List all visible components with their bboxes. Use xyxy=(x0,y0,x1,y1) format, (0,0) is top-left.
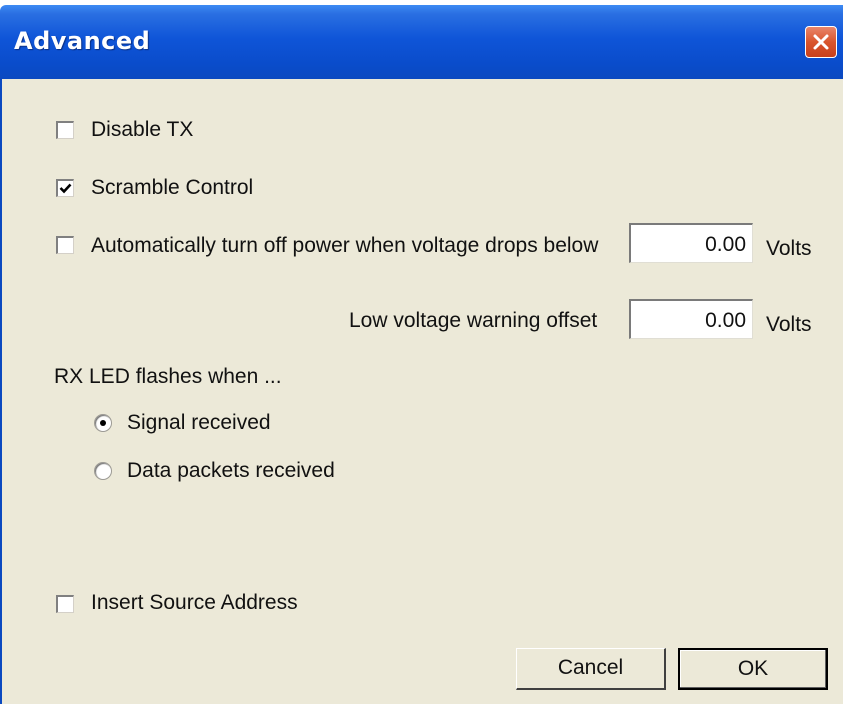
power-off-voltage-unit: Volts xyxy=(766,237,812,260)
dialog-body: Disable TX Scramble Control Automaticall… xyxy=(0,79,843,704)
disable-tx-checkbox[interactable] xyxy=(56,121,74,139)
dialog-title: Advanced xyxy=(14,27,151,55)
scramble-control-checkbox[interactable] xyxy=(56,179,74,197)
signal-received-label: Signal received xyxy=(127,411,271,434)
window-bottom-edge xyxy=(0,704,843,715)
close-icon xyxy=(813,34,829,50)
data-packets-received-label: Data packets received xyxy=(127,459,335,482)
low-voltage-warning-unit: Volts xyxy=(766,313,812,336)
data-packets-received-radio[interactable] xyxy=(94,462,112,480)
signal-received-radio[interactable] xyxy=(94,414,112,432)
rx-led-heading: RX LED flashes when ... xyxy=(54,365,282,388)
advanced-dialog: Advanced Disable TX Scramble Control Aut… xyxy=(0,0,843,715)
insert-source-address-checkbox[interactable] xyxy=(56,595,74,613)
cancel-button[interactable]: Cancel xyxy=(516,648,666,690)
low-voltage-warning-field[interactable]: 0.00 xyxy=(629,299,753,339)
checkmark-icon xyxy=(59,183,72,194)
ok-button[interactable]: OK xyxy=(678,648,828,690)
disable-tx-label: Disable TX xyxy=(91,118,194,141)
close-button[interactable] xyxy=(805,26,837,58)
title-bar[interactable]: Advanced xyxy=(0,5,843,79)
auto-power-off-checkbox[interactable] xyxy=(56,236,74,254)
scramble-control-label: Scramble Control xyxy=(91,176,254,199)
low-voltage-warning-label: Low voltage warning offset xyxy=(349,309,598,332)
radio-selected-dot xyxy=(100,420,106,426)
auto-power-off-label: Automatically turn off power when voltag… xyxy=(91,234,599,257)
insert-source-address-label: Insert Source Address xyxy=(91,591,298,614)
power-off-voltage-field[interactable]: 0.00 xyxy=(629,223,753,263)
